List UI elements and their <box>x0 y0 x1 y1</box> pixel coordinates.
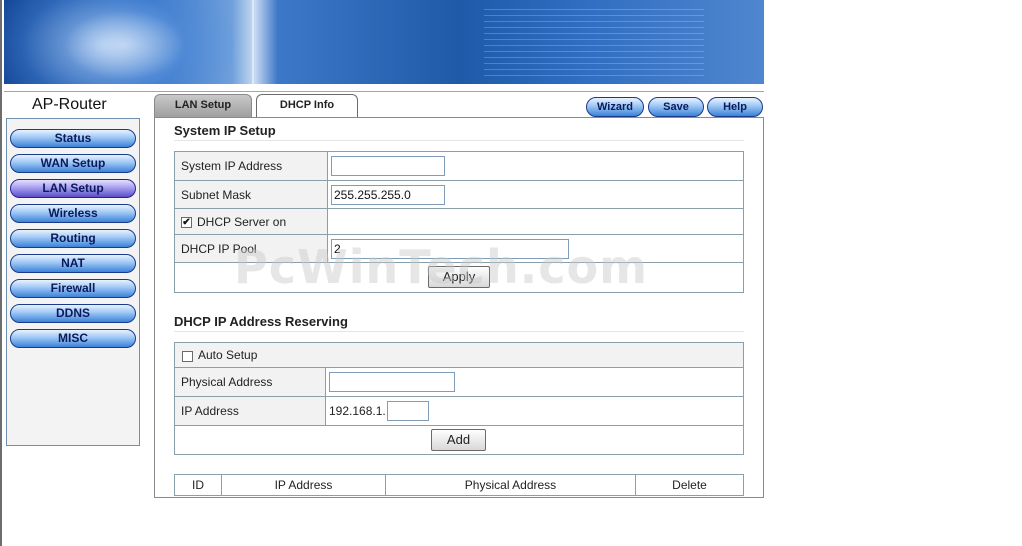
column-header-id: ID <box>175 475 222 495</box>
section-divider <box>174 331 744 332</box>
sidebar-nav: Status WAN Setup LAN Setup Wireless Rout… <box>6 118 140 446</box>
subnet-mask-input[interactable] <box>331 184 445 205</box>
auto-setup-label: Auto Setup <box>198 348 258 362</box>
sidebar-item-misc[interactable]: MISC <box>10 329 136 348</box>
brand-title: AP-Router <box>32 96 107 113</box>
physical-address-input[interactable] <box>329 372 455 392</box>
column-header-ip-address: IP Address <box>222 475 386 495</box>
dhcp-server-cell: ✔ DHCP Server on <box>175 209 328 234</box>
reserve-ip-suffix-input[interactable] <box>386 401 429 421</box>
sidebar-item-firewall[interactable]: Firewall <box>10 279 136 298</box>
sidebar-item-status[interactable]: Status <box>10 129 136 148</box>
system-ip-row: System IP Address <box>175 152 743 181</box>
add-button[interactable]: Add <box>431 429 486 451</box>
physical-address-label: Physical Address <box>175 368 326 396</box>
banner-separator <box>4 84 764 92</box>
sidebar-item-routing[interactable]: Routing <box>10 229 136 248</box>
reservation-list-table: ID IP Address Physical Address Delete <box>174 474 744 496</box>
system-ip-input[interactable] <box>331 156 445 176</box>
tab-lan-setup[interactable]: LAN Setup <box>154 94 252 117</box>
column-header-delete: Delete <box>672 478 707 492</box>
system-ip-section-title: System IP Setup <box>174 123 276 138</box>
sidebar-item-nat[interactable]: NAT <box>10 254 136 273</box>
subnet-mask-row: Subnet Mask <box>175 181 743 209</box>
help-button[interactable]: Help <box>707 97 763 117</box>
dhcp-server-label: DHCP Server on <box>197 214 287 229</box>
reserving-section-title: DHCP IP Address Reserving <box>174 314 348 329</box>
apply-row: Apply <box>175 263 743 292</box>
sidebar-item-ddns[interactable]: DDNS <box>10 304 136 323</box>
auto-setup-checkbox[interactable] <box>182 350 193 362</box>
dhcp-pool-input[interactable] <box>331 238 569 259</box>
reserving-table: Auto Setup Physical Address IP Address 1… <box>174 342 744 455</box>
wizard-button[interactable]: Wizard <box>586 97 644 117</box>
router-admin-window: AP-Router Status WAN Setup LAN Setup Wir… <box>0 0 1022 546</box>
reserve-ip-prefix: 192.168.1. <box>329 404 386 418</box>
add-row: Add <box>175 426 743 454</box>
header-banner-image <box>4 0 764 84</box>
column-header-physical-address: Physical Address <box>386 475 636 495</box>
dhcp-server-row: ✔ DHCP Server on <box>175 209 743 235</box>
save-button[interactable]: Save <box>648 97 704 117</box>
system-ip-table: System IP Address Subnet Mask ✔ DHCP Ser… <box>174 151 744 293</box>
system-ip-label: System IP Address <box>175 152 328 180</box>
dhcp-server-checkbox[interactable]: ✔ <box>181 217 192 228</box>
tab-dhcp-info[interactable]: DHCP Info <box>256 94 358 117</box>
physical-address-row: Physical Address <box>175 368 743 397</box>
auto-setup-row: Auto Setup <box>175 343 743 368</box>
sidebar-item-wireless[interactable]: Wireless <box>10 204 136 223</box>
reserve-ip-row: IP Address 192.168.1. <box>175 397 743 426</box>
dhcp-pool-row: DHCP IP Pool <box>175 235 743 263</box>
apply-button[interactable]: Apply <box>428 266 490 288</box>
sidebar-item-lan-setup[interactable]: LAN Setup <box>10 179 136 198</box>
auto-setup-cell: Auto Setup <box>182 343 257 367</box>
dhcp-pool-label: DHCP IP Pool <box>175 235 328 262</box>
subnet-mask-label: Subnet Mask <box>175 181 328 208</box>
sidebar-item-wan-setup[interactable]: WAN Setup <box>10 154 136 173</box>
section-divider <box>174 140 744 141</box>
reserve-ip-label: IP Address <box>175 397 326 425</box>
